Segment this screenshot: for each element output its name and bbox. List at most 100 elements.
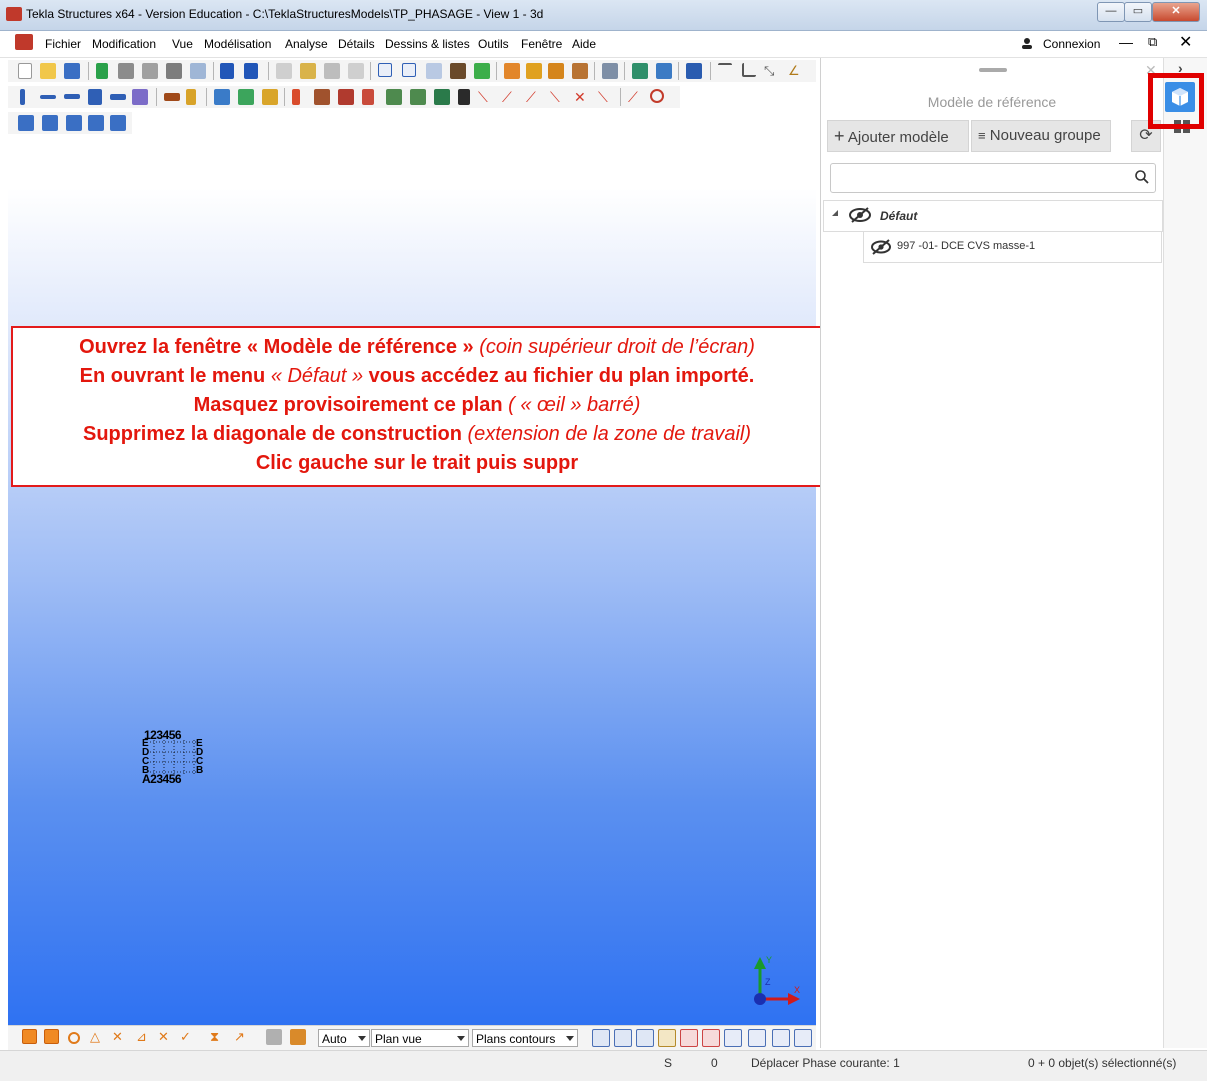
model4-icon[interactable] — [190, 63, 206, 79]
rebar-set3-icon[interactable] — [434, 89, 450, 105]
select-grid-icon[interactable] — [680, 1029, 698, 1047]
select-point-icon[interactable] — [658, 1029, 676, 1047]
model-view-3d[interactable] — [8, 135, 816, 1025]
measure3-icon[interactable]: ⤡ — [764, 63, 780, 79]
menu-aide[interactable]: Aide — [572, 37, 596, 51]
view-icon[interactable] — [378, 63, 392, 77]
menu-modelisation[interactable]: Modélisation — [204, 37, 271, 51]
drawing4-icon[interactable] — [572, 63, 588, 79]
tree-item-reference-model[interactable]: 997 -01- DCE CVS masse-1 — [863, 231, 1162, 263]
snap-point-icon[interactable] — [22, 1029, 37, 1044]
numbering-icon[interactable] — [632, 63, 648, 79]
column-icon[interactable] — [20, 89, 25, 105]
select-surface-icon[interactable] — [636, 1029, 654, 1047]
snap7-icon[interactable]: ⟋ — [628, 89, 644, 105]
select-icon[interactable] — [474, 63, 490, 79]
snap-check-icon[interactable]: ✓ — [180, 1029, 196, 1045]
doc-minimize-button[interactable]: — — [1119, 34, 1133, 50]
snap-hourglass-icon[interactable]: ⧗ — [210, 1029, 226, 1045]
menu-vue[interactable]: Vue — [172, 37, 193, 51]
rebar-set4-icon[interactable] — [458, 89, 470, 105]
beam-icon[interactable] — [40, 95, 56, 99]
snap4-icon[interactable]: ⟍ — [550, 89, 566, 105]
select-weld-icon[interactable] — [724, 1029, 742, 1047]
snap-end-icon[interactable] — [44, 1029, 59, 1044]
print-icon[interactable] — [324, 63, 340, 79]
component-icon[interactable] — [214, 89, 230, 105]
select-filter5-icon[interactable] — [110, 115, 126, 131]
snap-circle-icon[interactable] — [650, 89, 664, 103]
search-field[interactable] — [830, 163, 1156, 193]
slab-icon[interactable] — [110, 94, 126, 100]
snap-mid-icon[interactable]: △ — [90, 1029, 106, 1045]
measure-icon[interactable] — [718, 63, 732, 77]
redo-icon[interactable] — [244, 63, 258, 79]
login-link[interactable]: Connexion — [1043, 37, 1100, 51]
close-button[interactable]: ✕ — [1152, 2, 1200, 22]
select-filter2-icon[interactable] — [42, 115, 58, 131]
bolt-icon[interactable] — [164, 93, 180, 101]
select-all-icon[interactable] — [592, 1029, 610, 1047]
minimize-button[interactable]: — — [1097, 2, 1125, 22]
cut-icon[interactable] — [450, 63, 466, 79]
snap-center-icon[interactable] — [68, 1032, 80, 1044]
help-icon[interactable] — [686, 63, 702, 79]
select-bolt-icon[interactable] — [794, 1029, 812, 1047]
menu-fichier[interactable]: Fichier — [45, 37, 81, 51]
component3-icon[interactable] — [262, 89, 278, 105]
panel-icon[interactable] — [132, 89, 148, 105]
curved-beam-icon[interactable] — [88, 89, 102, 105]
menu-outils[interactable]: Outils — [478, 37, 509, 51]
measure2-icon[interactable] — [742, 63, 756, 77]
snap-nearest-icon[interactable]: ✕ — [158, 1029, 174, 1045]
poly-beam-icon[interactable] — [64, 94, 80, 99]
numbering2-icon[interactable] — [656, 63, 672, 79]
eye-hidden-icon[interactable] — [848, 207, 872, 223]
snap3-icon[interactable]: ⟋ — [526, 89, 542, 105]
doc-restore-button[interactable]: ⧉ — [1148, 34, 1157, 50]
select-grid-line-icon[interactable] — [702, 1029, 720, 1047]
menu-fenetre[interactable]: Fenêtre — [521, 37, 562, 51]
drawing-icon[interactable] — [504, 63, 520, 79]
snap6-icon[interactable]: ⟍ — [598, 89, 614, 105]
menu-details[interactable]: Détails — [338, 37, 375, 51]
view2-icon[interactable] — [402, 63, 416, 77]
open-folder-icon[interactable] — [40, 63, 56, 79]
add-model-button[interactable]: + Ajouter modèle — [827, 120, 969, 152]
drawing2-icon[interactable] — [526, 63, 542, 79]
snap-grid-icon[interactable] — [290, 1029, 306, 1045]
drag-handle[interactable] — [979, 68, 1007, 72]
model-icon[interactable] — [118, 63, 134, 79]
doc-close-button[interactable]: ✕ — [1179, 32, 1192, 52]
menu-analyse[interactable]: Analyse — [285, 37, 328, 51]
select-mode-dropdown[interactable]: Auto — [318, 1029, 370, 1047]
select-filter4-icon[interactable] — [88, 115, 104, 131]
drawing3-icon[interactable] — [548, 63, 564, 79]
select-cut-icon[interactable] — [748, 1029, 766, 1047]
copy-icon[interactable] — [276, 63, 292, 79]
view-list-icon[interactable] — [426, 63, 442, 79]
rebar2-icon[interactable] — [314, 89, 330, 105]
eye-hidden-icon[interactable] — [870, 239, 892, 255]
work-plane-dropdown[interactable]: Plan vue — [371, 1029, 469, 1047]
select-view-icon[interactable] — [772, 1029, 790, 1047]
rebar-icon[interactable] — [292, 89, 300, 105]
rebar3-icon[interactable] — [338, 89, 354, 105]
save-icon[interactable] — [64, 63, 80, 79]
tree-group-default[interactable]: Défaut — [823, 200, 1163, 232]
search-input[interactable] — [835, 165, 1129, 191]
share-icon[interactable] — [96, 63, 108, 79]
snap-plane-icon[interactable] — [266, 1029, 282, 1045]
search-icon[interactable] — [1134, 169, 1150, 185]
rebar-set-icon[interactable] — [386, 89, 402, 105]
rebar-set2-icon[interactable] — [410, 89, 426, 105]
snap-arrow-icon[interactable]: ↗ — [234, 1029, 250, 1045]
menu-dessins[interactable]: Dessins & listes — [385, 37, 470, 51]
restore-button[interactable]: ▭ — [1124, 2, 1152, 22]
select-filter3-icon[interactable] — [66, 115, 82, 131]
model2-icon[interactable] — [142, 63, 158, 79]
new-file-icon[interactable] — [18, 63, 32, 79]
snap-intersection-icon[interactable]: ✕ — [112, 1029, 128, 1045]
snap2-icon[interactable]: ⟋ — [502, 89, 518, 105]
expand-arrow-icon[interactable] — [832, 210, 838, 216]
